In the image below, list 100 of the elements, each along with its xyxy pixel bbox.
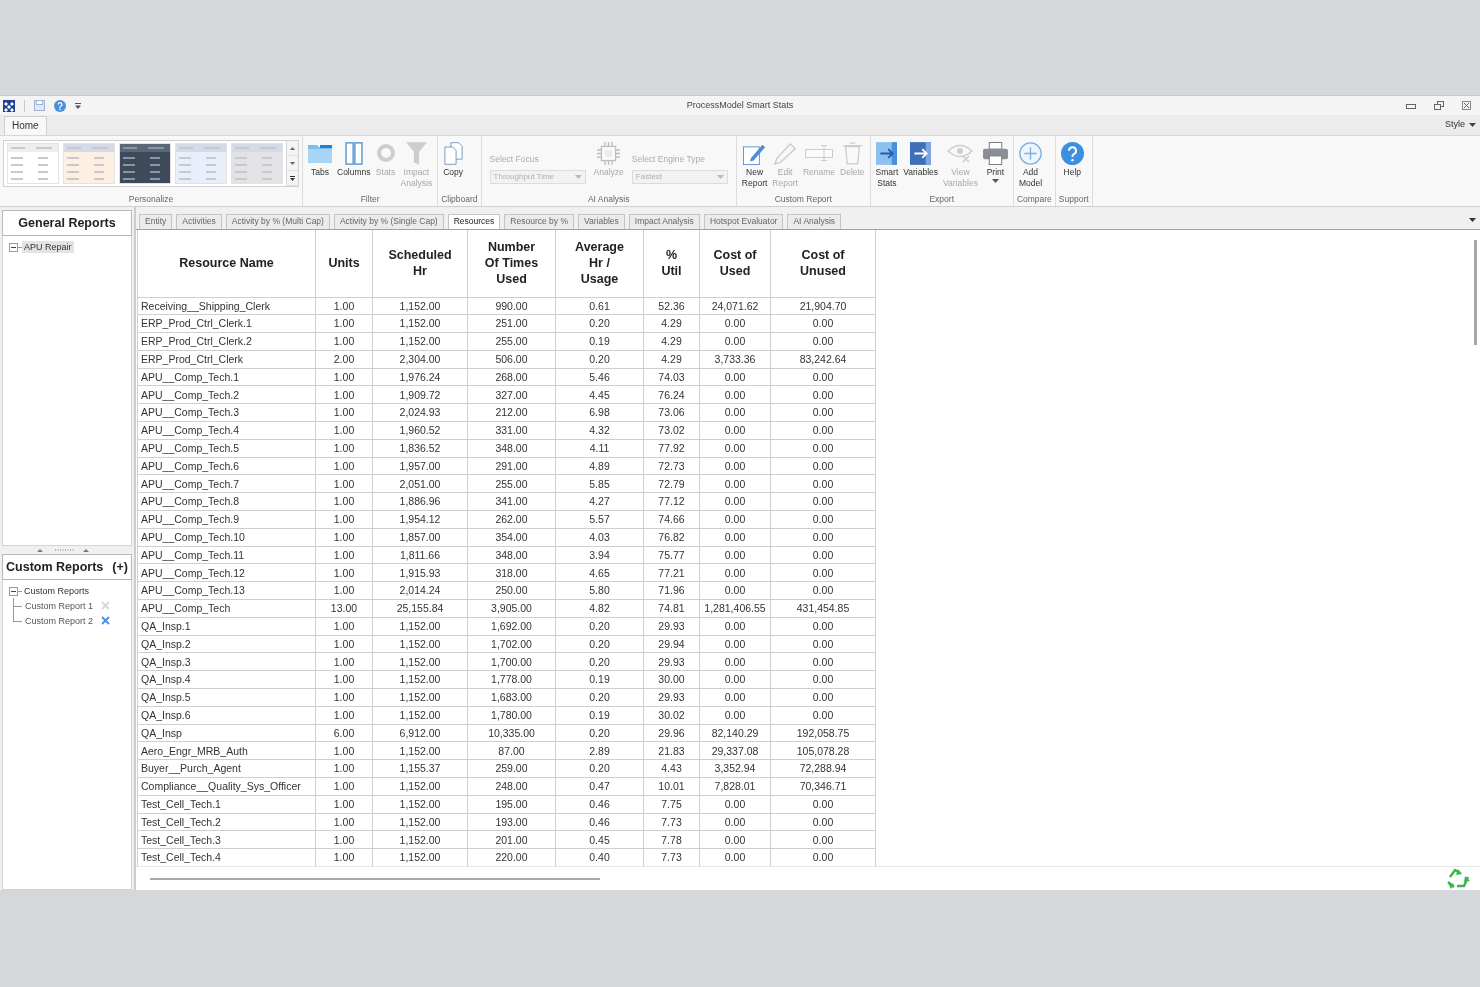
minimize-icon[interactable]	[1406, 102, 1416, 109]
table-cell: 4.11	[555, 439, 644, 458]
scrollbar-thumb[interactable]	[1473, 240, 1477, 345]
table-cell: 0.20	[555, 350, 644, 369]
table-cell: Test_Cell_Tech.1	[137, 795, 316, 814]
report-tab[interactable]: Entity	[139, 213, 173, 229]
report-tab[interactable]: Resource by %	[504, 213, 574, 229]
table-cell: 1,155.37	[372, 759, 468, 778]
table-cell: 0.00	[770, 403, 876, 422]
scroll-up-button[interactable]	[287, 141, 298, 156]
gallery-more-button[interactable]	[287, 171, 298, 186]
customize-caret-icon[interactable]	[75, 102, 81, 109]
table-cell: 3,905.00	[467, 599, 556, 618]
column-header: % Util	[643, 230, 700, 297]
table-cell: 1.00	[315, 403, 373, 422]
tree-item[interactable]: APU Repair	[22, 241, 74, 253]
table-cell: 1,152.00	[372, 795, 468, 814]
caret-icon[interactable]	[1469, 218, 1476, 222]
table-cell: 1.00	[315, 652, 373, 671]
table-cell: 193.00	[467, 813, 556, 831]
table-cell: 255.00	[467, 332, 556, 351]
table-cell: 0.00	[770, 421, 876, 440]
report-tab[interactable]: Activities	[176, 213, 222, 229]
table-cell: 0.00	[770, 492, 876, 511]
table-cell: 0.00	[770, 332, 876, 351]
scroll-down-button[interactable]	[287, 156, 298, 171]
tree-item[interactable]: Custom Reports	[22, 585, 92, 597]
table-cell: 1,152.00	[372, 635, 468, 653]
report-tab[interactable]: Variables	[578, 213, 625, 229]
table-cell: 1,692.00	[467, 617, 556, 636]
table-cell: 0.00	[699, 314, 771, 333]
column-header: Cost of Unused	[770, 230, 876, 297]
style-thumbnail[interactable]	[119, 143, 171, 184]
table-cell: 29.96	[643, 724, 700, 742]
table-cell: QA_Insp.2	[137, 635, 316, 653]
style-thumbnail[interactable]	[63, 143, 115, 184]
collapse-icon[interactable]	[9, 242, 18, 252]
funnel-icon	[405, 141, 427, 165]
eye-icon	[947, 143, 974, 163]
style-thumbnail[interactable]	[7, 143, 59, 184]
ribbon-tab[interactable]: Home	[4, 116, 47, 135]
restore-icon[interactable]	[1434, 101, 1444, 110]
delete-icon[interactable]	[101, 616, 111, 625]
table-cell: 1,152.00	[372, 617, 468, 636]
ribbon-button[interactable]: Copy	[441, 139, 466, 180]
column-header: Number Of Times Used	[467, 230, 556, 297]
table-cell: 5.46	[555, 368, 644, 386]
report-tab[interactable]: Activity by % (Single Cap)	[333, 213, 444, 229]
table-cell: 0.00	[770, 563, 876, 582]
scrollbar-thumb[interactable]	[150, 877, 600, 880]
table-cell: 73.02	[643, 421, 700, 440]
style-thumbnail[interactable]	[175, 143, 227, 184]
ribbon-button[interactable]: Help	[1058, 139, 1086, 180]
style-gallery[interactable]	[3, 140, 299, 187]
report-tab[interactable]: Hotspot Evaluator	[703, 213, 784, 229]
tree-item[interactable]: Custom Report 2	[23, 614, 96, 627]
table-cell: 1.00	[315, 314, 373, 333]
report-tab[interactable]: Resources	[447, 213, 501, 229]
ribbon-button[interactable]: Variables	[901, 139, 941, 180]
table-cell: 76.82	[643, 528, 700, 547]
table-cell: 73.06	[643, 403, 700, 422]
table-cell: APU__Comp_Tech.10	[137, 528, 316, 547]
report-tab[interactable]: Impact Analysis	[628, 213, 700, 229]
table-cell: 4.32	[555, 421, 644, 440]
ribbon-button[interactable]: Smart Stats	[873, 139, 901, 191]
report-tab[interactable]: Activity by % (Multi Cap)	[225, 213, 330, 229]
table-cell: 0.00	[699, 492, 771, 511]
table-cell: 0.00	[699, 563, 771, 582]
ribbon-button[interactable]: Columns	[335, 139, 373, 180]
table-cell: 77.12	[643, 492, 700, 511]
table-cell: 0.00	[770, 439, 876, 458]
caret-icon[interactable]	[1469, 123, 1476, 127]
table-cell: 0.00	[699, 830, 771, 849]
pencil-icon	[773, 141, 797, 165]
arrow-box-icon	[910, 141, 932, 165]
column-header: Cost of Used	[699, 230, 771, 297]
table-cell: 0.00	[770, 528, 876, 547]
app-icon[interactable]	[3, 99, 15, 112]
report-tab[interactable]: AI Analysis	[787, 213, 842, 229]
style-menu[interactable]: Style	[1445, 118, 1476, 132]
tree-item[interactable]: Custom Report 1	[23, 599, 96, 612]
table-cell: 1.00	[315, 546, 373, 564]
collapse-icon[interactable]	[9, 586, 18, 596]
table-cell: 74.03	[643, 368, 700, 386]
ribbon-button[interactable]: Tabs	[306, 139, 334, 180]
table-cell: 0.20	[555, 652, 644, 671]
add-report-button[interactable]: (+)	[112, 557, 128, 577]
close-icon[interactable]	[1462, 101, 1471, 110]
table-cell: 1.00	[315, 439, 373, 458]
table-cell: 10,335.00	[467, 724, 556, 742]
table-cell: 0.00	[699, 652, 771, 671]
style-thumbnail[interactable]	[231, 143, 283, 184]
ribbon-button[interactable]: Print	[980, 139, 1010, 185]
table-cell: 30.00	[643, 670, 700, 689]
table-cell: 1.00	[315, 492, 373, 511]
table-cell: APU__Comp_Tech.12	[137, 563, 316, 582]
ribbon-button[interactable]: Add Model	[1016, 139, 1044, 191]
help-icon[interactable]	[54, 99, 66, 112]
field-label: Select Engine Type	[631, 153, 706, 166]
ribbon-button[interactable]: New Report	[739, 139, 770, 191]
